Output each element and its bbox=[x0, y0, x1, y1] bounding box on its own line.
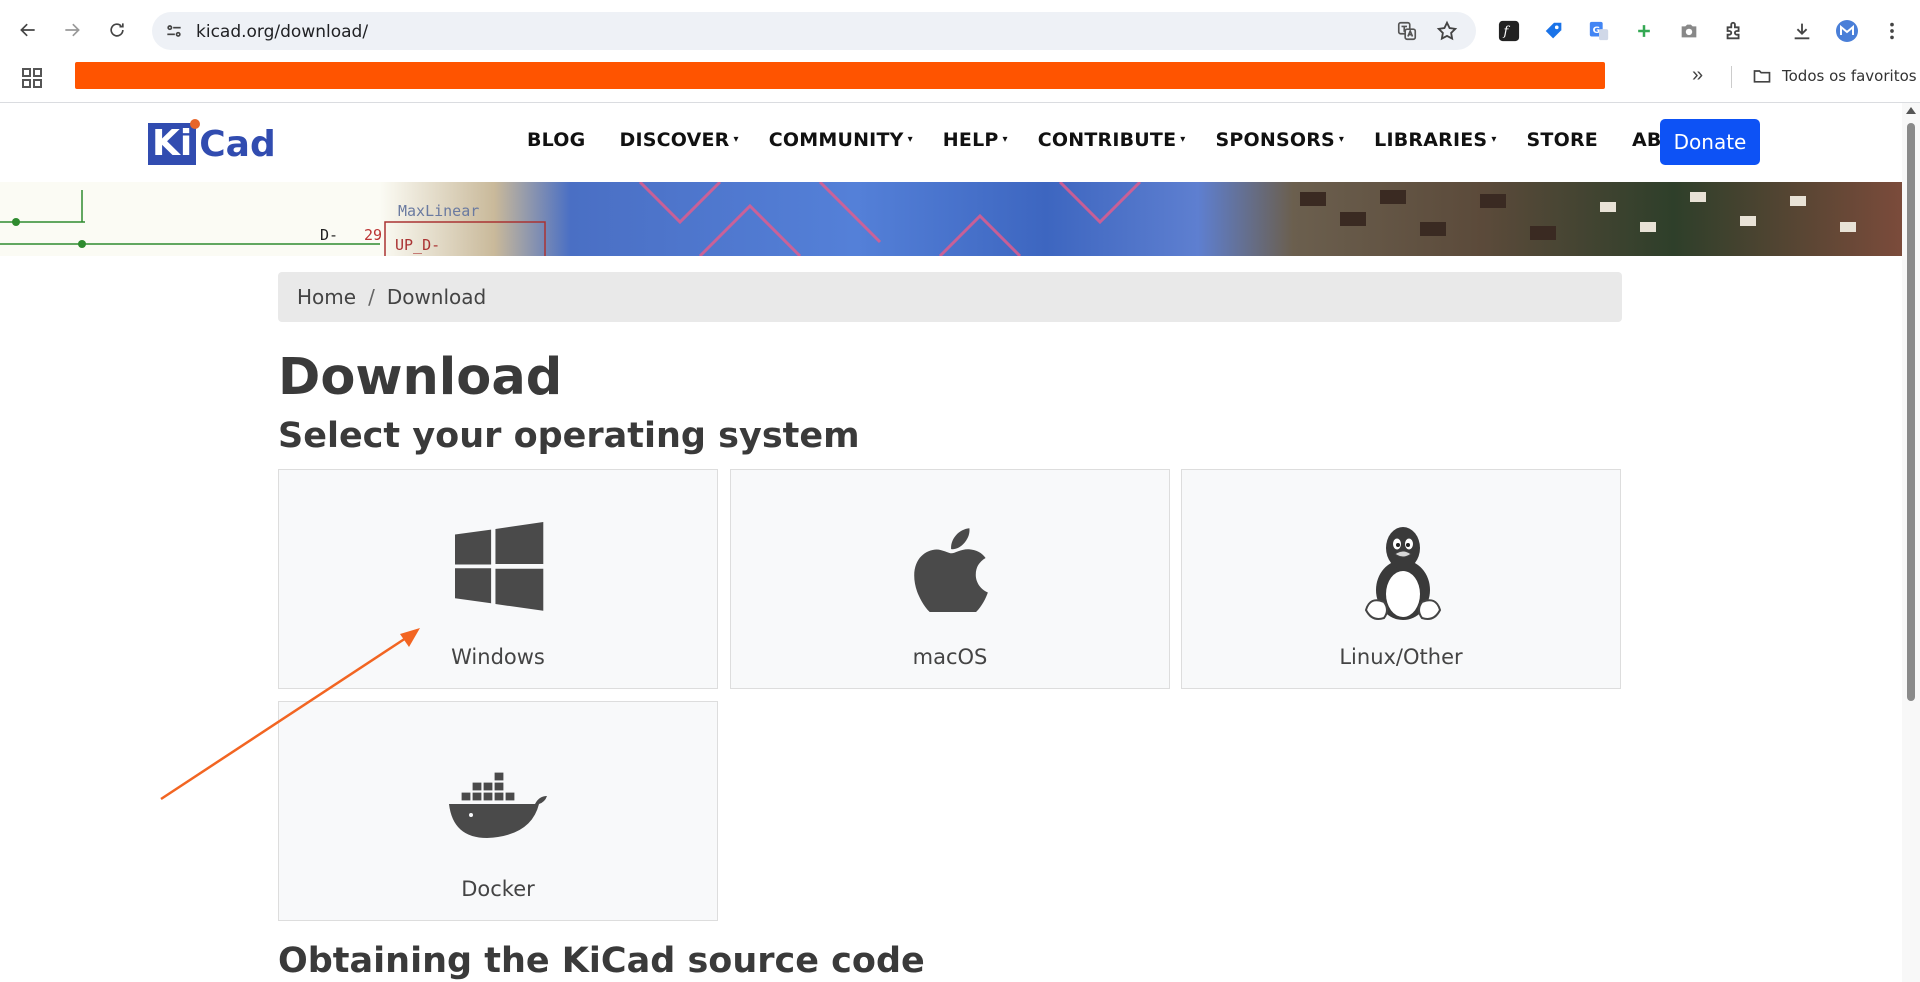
banner-text-d: D- bbox=[320, 226, 339, 244]
url-text[interactable]: kicad.org/download/ bbox=[196, 22, 368, 42]
reload-button[interactable] bbox=[101, 14, 133, 46]
arrow-right-icon bbox=[65, 23, 80, 37]
apps-grid-icon[interactable] bbox=[20, 66, 44, 90]
banner-text-29: 29 bbox=[364, 226, 383, 244]
os-label-windows: Windows bbox=[451, 645, 545, 669]
bookmarks-bar: » Todos os favoritos bbox=[0, 58, 1920, 100]
menu-blog[interactable]: BLOG bbox=[527, 129, 589, 151]
reload-icon bbox=[110, 23, 124, 37]
schematic-pattern bbox=[0, 182, 1856, 256]
os-card-windows[interactable]: Windows bbox=[278, 469, 718, 689]
browser-toolbar: kicad.org/download/ f G » Todos os favor… bbox=[0, 0, 1920, 103]
more-bookmarks-button[interactable]: » bbox=[1692, 64, 1703, 87]
back-button[interactable] bbox=[12, 14, 44, 46]
google-translate-extension-icon[interactable]: G bbox=[1587, 19, 1611, 43]
page-scrollbar[interactable] bbox=[1902, 103, 1920, 982]
arrow-left-icon bbox=[20, 23, 35, 37]
menu-help[interactable]: HELP ▾ bbox=[943, 129, 1008, 151]
logo-ki: Ki bbox=[148, 119, 201, 165]
breadcrumb: Home / Download bbox=[278, 272, 1622, 322]
all-bookmarks-button[interactable]: Todos os favoritos bbox=[1752, 66, 1917, 86]
docker-icon bbox=[449, 771, 547, 838]
os-label-docker: Docker bbox=[461, 877, 535, 901]
bookmark-star-icon[interactable] bbox=[1436, 20, 1458, 42]
breadcrumb-home-link[interactable]: Home bbox=[297, 285, 356, 309]
banner-text-maxlinear: MaxLinear bbox=[398, 202, 480, 220]
forward-button[interactable] bbox=[56, 14, 88, 46]
breadcrumb-separator: / bbox=[368, 285, 375, 309]
linux-tux-icon bbox=[1364, 527, 1442, 620]
translate-icon[interactable] bbox=[1396, 20, 1418, 42]
banner-text-upd: UP_D- bbox=[395, 236, 441, 254]
os-label-linux: Linux/Other bbox=[1339, 645, 1463, 669]
breadcrumb-current: Download bbox=[386, 285, 487, 309]
plus-extension-icon[interactable] bbox=[1632, 19, 1656, 43]
menu-libraries[interactable]: LIBRARIES ▾ bbox=[1374, 129, 1496, 151]
chevron-down-icon: ▾ bbox=[1002, 134, 1008, 145]
bookmarks-divider bbox=[1731, 66, 1732, 88]
source-code-heading: Obtaining the KiCad source code bbox=[278, 941, 925, 981]
logo-cad: Cad bbox=[199, 123, 276, 165]
address-bar[interactable]: kicad.org/download/ bbox=[152, 12, 1476, 50]
os-card-docker[interactable]: Docker bbox=[278, 701, 718, 921]
kicad-logo[interactable]: Ki Cad bbox=[148, 119, 276, 165]
all-bookmarks-label: Todos os favoritos bbox=[1782, 67, 1917, 85]
folder-icon bbox=[1753, 70, 1771, 83]
chevron-down-icon: ▾ bbox=[1491, 134, 1497, 145]
tag-extension-icon[interactable] bbox=[1542, 19, 1566, 43]
windows-icon bbox=[455, 522, 544, 611]
menu-discover[interactable]: DISCOVER ▾ bbox=[619, 129, 738, 151]
page-content: Ki Cad BLOG DISCOVER ▾ COMMUNITY ▾ HELP ▾ C… bbox=[0, 103, 1902, 982]
menu-sponsors[interactable]: SPONSORS ▾ bbox=[1216, 129, 1345, 151]
main-menu: BLOG DISCOVER ▾ COMMUNITY ▾ HELP ▾ CONTRIBU… bbox=[527, 129, 1746, 151]
scrollbar-thumb[interactable] bbox=[1907, 123, 1915, 701]
menu-contribute[interactable]: CONTRIBUTE ▾ bbox=[1038, 129, 1186, 151]
menu-store[interactable]: STORE bbox=[1527, 129, 1602, 151]
section-subtitle: Select your operating system bbox=[278, 416, 860, 456]
redacted-bookmarks-bar bbox=[75, 62, 1605, 89]
formula-extension-icon[interactable]: f bbox=[1497, 19, 1521, 43]
pcb-banner-image: MaxLinear D- 29 UP_D- bbox=[0, 182, 1902, 256]
chevron-down-icon: ▾ bbox=[1338, 134, 1345, 145]
os-card-linux[interactable]: Linux/Other bbox=[1181, 469, 1621, 689]
site-navbar: Ki Cad BLOG DISCOVER ▾ COMMUNITY ▾ HELP ▾ C… bbox=[0, 103, 1902, 182]
site-settings-icon[interactable] bbox=[164, 21, 184, 41]
donate-button[interactable]: Donate bbox=[1660, 119, 1760, 165]
chevron-down-icon: ▾ bbox=[1180, 134, 1186, 145]
chevron-down-icon: ▾ bbox=[733, 134, 739, 145]
scroll-up-arrow-icon[interactable] bbox=[1906, 107, 1916, 114]
camera-extension-icon[interactable] bbox=[1677, 19, 1701, 43]
os-label-macos: macOS bbox=[912, 645, 988, 669]
download-icon[interactable] bbox=[1790, 19, 1814, 43]
svg-text:G: G bbox=[1593, 25, 1601, 36]
profile-avatar-icon[interactable] bbox=[1835, 19, 1859, 43]
menu-community[interactable]: COMMUNITY ▾ bbox=[769, 129, 913, 151]
page-title: Download bbox=[278, 348, 563, 407]
chevron-down-icon: ▾ bbox=[907, 134, 913, 145]
extensions-puzzle-icon[interactable] bbox=[1722, 19, 1746, 43]
browser-menu-icon[interactable] bbox=[1880, 19, 1904, 43]
os-card-macos[interactable]: macOS bbox=[730, 469, 1170, 689]
apple-icon bbox=[914, 528, 988, 612]
